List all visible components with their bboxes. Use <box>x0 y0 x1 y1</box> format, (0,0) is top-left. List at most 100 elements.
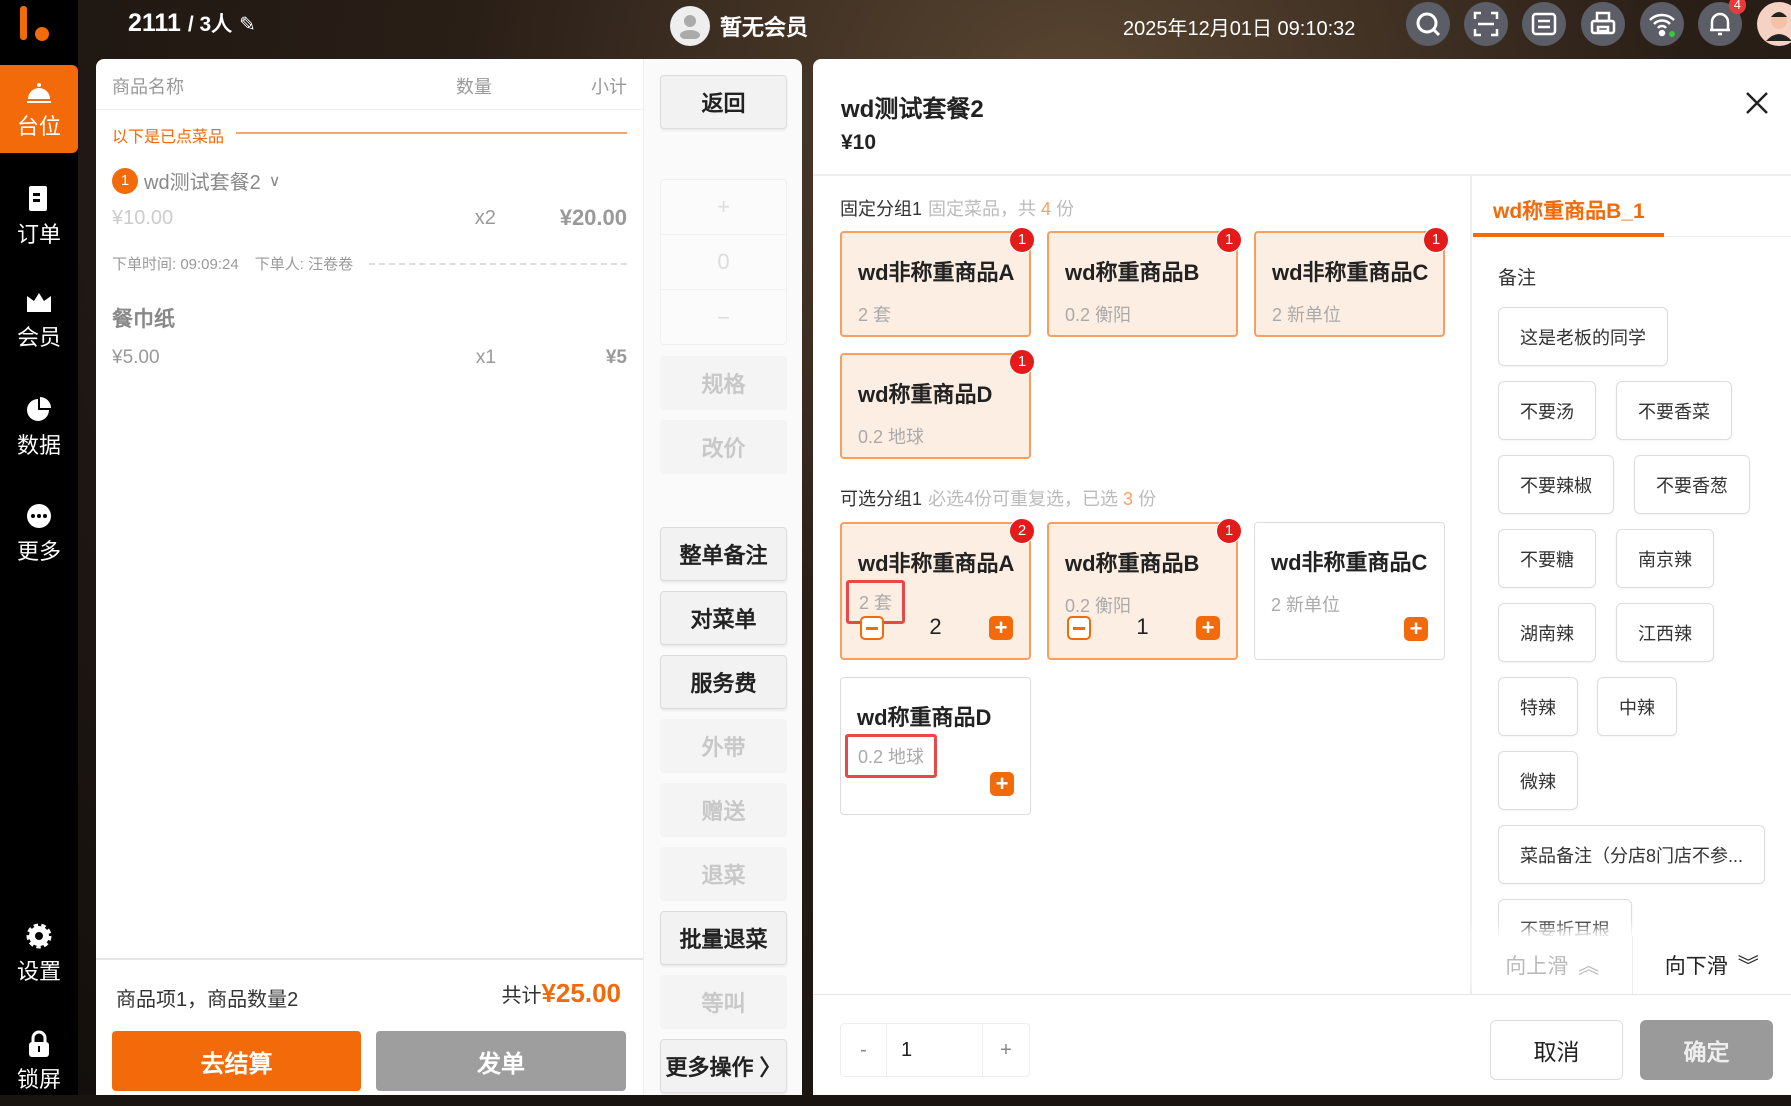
back-button[interactable]: 返回 <box>660 75 787 129</box>
action-button[interactable]: 退菜 <box>660 847 787 901</box>
sidebar-item-5[interactable]: 设置 <box>0 910 78 998</box>
qty-input[interactable]: 1 <box>887 1024 983 1076</box>
search-icon[interactable] <box>1406 2 1450 46</box>
note-chip[interactable]: 不要汤 <box>1498 381 1596 440</box>
member-button[interactable]: 暂无会员 <box>670 6 808 46</box>
quantity-value: 0 <box>661 235 786 290</box>
order-icon <box>25 185 53 213</box>
action-button[interactable]: 批量退菜 <box>660 911 787 965</box>
app-logo <box>18 6 52 42</box>
sidebar-item-0[interactable]: 台位 <box>0 65 78 153</box>
sidebar-item-2[interactable]: 会员 <box>0 276 78 364</box>
order-item[interactable]: 餐巾纸 ¥5.00 x1 ¥5 <box>112 303 627 369</box>
tab-notes-item[interactable]: wd称重商品B_1 <box>1493 195 1645 225</box>
sidebar-item-label: 更多 <box>17 534 61 566</box>
edit-icon[interactable]: ✎ <box>239 14 256 36</box>
item-name: wd非称重商品C <box>1271 545 1427 577</box>
plus-icon[interactable]: + <box>990 772 1014 796</box>
item-name: wd非称重商品A <box>858 255 1014 287</box>
list-icon[interactable] <box>1522 2 1566 46</box>
note-chip[interactable]: 微辣 <box>1498 751 1578 810</box>
note-chip[interactable]: 不要糖 <box>1498 529 1596 588</box>
note-chip[interactable]: 江西辣 <box>1616 603 1714 662</box>
action-button[interactable]: 更多操作 〉 <box>660 1039 787 1093</box>
notification-bell-icon[interactable]: 4 <box>1698 2 1742 46</box>
combo-item-card[interactable]: wd非称重商品A2 套1 <box>840 231 1031 337</box>
combo-item-card[interactable]: wd称重商品B0.2 衡阳1 <box>1047 231 1238 337</box>
chevron-down-icon[interactable]: ∨ <box>269 171 281 191</box>
action-button[interactable]: 改价 <box>660 420 787 474</box>
confirm-button[interactable]: 确定 <box>1640 1020 1773 1080</box>
note-chip-list: 这是老板的同学不要汤不要香菜不要辣椒不要香葱不要糖南京辣湖南辣江西辣特辣中辣微辣… <box>1498 307 1788 995</box>
combo-item-card[interactable]: wd非称重商品A2 套22+ <box>840 522 1031 660</box>
divider <box>813 174 1791 176</box>
increase-button[interactable]: + <box>661 180 786 235</box>
user-avatar[interactable] <box>1757 2 1791 46</box>
sidebar-item-3[interactable]: 数据 <box>0 384 78 472</box>
item-name: wd称重商品D <box>858 377 992 409</box>
order-item[interactable]: 1 wd测试套餐2 ∨ ¥10.00 x2 ¥20.00 下单时间: 09:09… <box>112 166 627 274</box>
note-chip[interactable]: 不要香葱 <box>1634 455 1750 514</box>
qty-increase-button[interactable]: + <box>983 1024 1029 1076</box>
wifi-icon[interactable] <box>1640 2 1684 46</box>
combo-item-card[interactable]: wd非称重商品C2 新单位1 <box>1254 231 1445 337</box>
combo-item-card[interactable]: wd称重商品D0.2 地球+ <box>840 677 1031 815</box>
member-avatar-icon <box>670 6 710 46</box>
combo-item-card[interactable]: wd称重商品D0.2 地球1 <box>840 353 1031 459</box>
modal-price: ¥10 <box>841 131 876 155</box>
total-amount: ¥25.00 <box>541 978 621 1008</box>
close-icon[interactable] <box>1743 89 1771 117</box>
note-chip[interactable]: 不要辣椒 <box>1498 455 1614 514</box>
action-button[interactable]: 整单备注 <box>660 527 787 581</box>
fixed-group-label: 固定分组1固定菜品，共 4 份 <box>840 195 1074 221</box>
plus-icon[interactable]: + <box>989 616 1013 640</box>
datetime: 2025年12月01日 09:10:32 <box>1123 12 1355 41</box>
item-index-badge: 1 <box>112 168 138 194</box>
count-badge: 1 <box>1009 227 1035 253</box>
item-spec: 2 新单位 <box>1271 589 1340 619</box>
note-chip[interactable]: 这是老板的同学 <box>1498 307 1668 366</box>
divider <box>369 263 627 265</box>
note-chip[interactable]: 菜品备注（分店8门店不参... <box>1498 825 1765 884</box>
decrease-button[interactable]: − <box>661 290 786 345</box>
action-button[interactable]: 赠送 <box>660 783 787 837</box>
cancel-button[interactable]: 取消 <box>1490 1020 1623 1080</box>
divider <box>813 994 1791 995</box>
ordered-label: 以下是已点菜品 <box>112 123 224 147</box>
combo-item-card[interactable]: wd非称重商品C 2 新单位 + <box>1254 522 1445 660</box>
plus-icon[interactable]: + <box>1196 616 1220 640</box>
double-chevron-up-icon: ︽ <box>1578 950 1599 980</box>
note-chip[interactable]: 不要香菜 <box>1616 381 1732 440</box>
combo-item-card[interactable]: wd称重商品B0.2 衡阳11+ <box>1047 522 1238 660</box>
note-chip[interactable]: 南京辣 <box>1616 529 1714 588</box>
count-badge: 1 <box>1216 227 1242 253</box>
qty-decrease-button[interactable]: - <box>841 1024 887 1076</box>
sidebar-item-label: 数据 <box>17 428 61 460</box>
scan-icon[interactable] <box>1464 2 1508 46</box>
action-button[interactable]: 规格 <box>660 356 787 410</box>
action-button[interactable]: 服务费 <box>660 655 787 709</box>
sidebar-item-6[interactable]: 锁屏 <box>0 1018 78 1106</box>
note-chip[interactable]: 特辣 <box>1498 677 1578 736</box>
count-badge: 1 <box>1423 227 1449 253</box>
sidebar-item-1[interactable]: 订单 <box>0 173 78 261</box>
printer-icon[interactable] <box>1581 2 1625 46</box>
plus-icon[interactable]: + <box>1404 617 1428 641</box>
table-info[interactable]: 2111 / 3人 ✎ <box>128 8 256 38</box>
action-button[interactable]: 等叫 <box>660 975 787 1029</box>
note-chip[interactable]: 湖南辣 <box>1498 603 1596 662</box>
action-button[interactable]: 外带 <box>660 719 787 773</box>
more-icon <box>25 502 53 530</box>
total-label: 共计 <box>501 985 541 1007</box>
action-button[interactable]: 对菜单 <box>660 591 787 645</box>
note-chip[interactable]: 中辣 <box>1597 677 1677 736</box>
sidebar-item-4[interactable]: 更多 <box>0 490 78 578</box>
send-order-button[interactable]: 发单 <box>376 1031 626 1091</box>
scroll-down-button[interactable]: 向下滑︾ <box>1633 936 1791 994</box>
order-total: 共计¥25.00 <box>501 978 621 1009</box>
combo-quantity-stepper: - 1 + <box>840 1023 1030 1077</box>
item-subtotal: ¥20.00 <box>560 205 627 231</box>
checkout-button[interactable]: 去结算 <box>112 1031 361 1091</box>
lock-icon <box>25 1030 53 1058</box>
scroll-up-button[interactable]: 向上滑︽ <box>1473 936 1633 994</box>
